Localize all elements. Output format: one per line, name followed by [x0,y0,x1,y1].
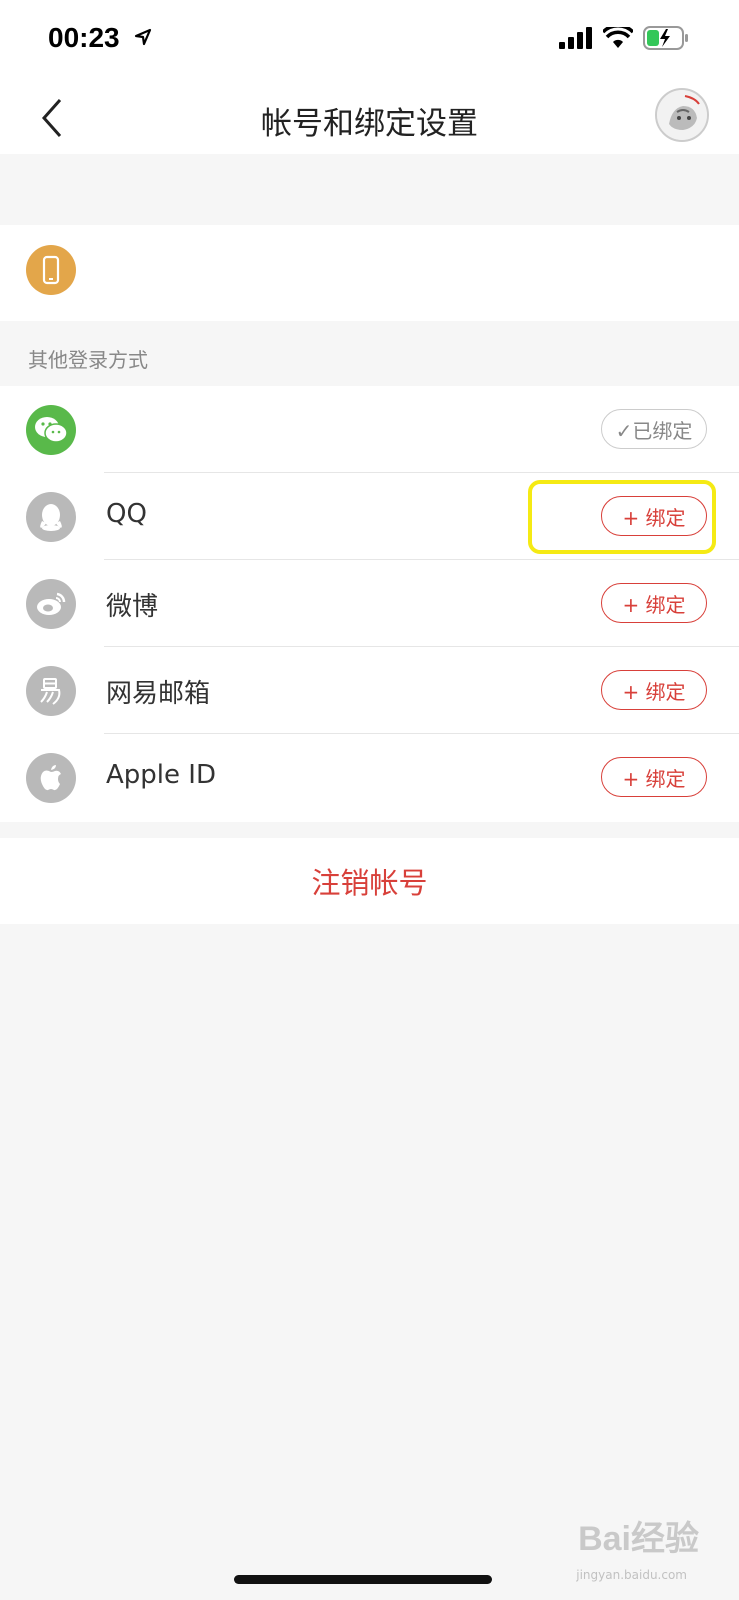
account-name: 网易邮箱 [106,679,211,709]
netease-mail-icon [26,666,76,716]
account-row-wechat[interactable]: ✓已绑定 [0,386,739,473]
apple-icon [26,753,76,803]
cancel-account-button[interactable]: 注销帐号 [0,838,739,924]
watermark: Bai经验 [578,1520,699,1558]
wechat-icon [26,405,76,455]
section-label-other-login: 其他登录方式 [28,348,148,372]
account-row-weibo[interactable]: 微博 + 绑定 [0,560,739,647]
signal-icon [559,27,592,49]
location-arrow-icon [134,28,152,46]
highlight-annotation [528,480,716,554]
bind-button[interactable]: + 绑定 [601,583,707,623]
phone-icon [26,245,76,295]
nav-bar: 帐号和绑定设置 [0,80,739,154]
weibo-icon [26,579,76,629]
account-name: 微博 [106,592,159,622]
avatar[interactable] [655,88,709,142]
account-row-apple-id[interactable]: Apple ID + 绑定 [0,734,739,821]
watermark-url: jingyan.baidu.com [576,1568,687,1582]
bind-button[interactable]: + 绑定 [601,757,707,797]
bound-button[interactable]: ✓已绑定 [601,409,707,449]
home-indicator [234,1575,492,1584]
phone-account-card[interactable] [0,225,739,321]
status-icons [559,26,689,50]
qq-icon [26,492,76,542]
cancel-account-label: 注销帐号 [311,866,428,900]
account-row-netease-mail[interactable]: 网易邮箱 + 绑定 [0,647,739,734]
status-bar: 00:23 [0,0,739,80]
bind-button[interactable]: + 绑定 [601,670,707,710]
avatar-image-icon [657,90,707,140]
account-name: QQ [106,499,147,529]
page-title: 帐号和绑定设置 [261,106,478,142]
accounts-list: ✓已绑定 QQ + 绑定 微博 + 绑定 网易邮箱 + 绑定 Apple ID … [0,386,739,822]
phone-number-field [92,231,732,321]
battery-charging-icon [643,26,688,50]
account-name: Apple ID [106,760,216,790]
status-time: 00:23 [48,22,120,53]
wifi-icon [603,27,633,48]
